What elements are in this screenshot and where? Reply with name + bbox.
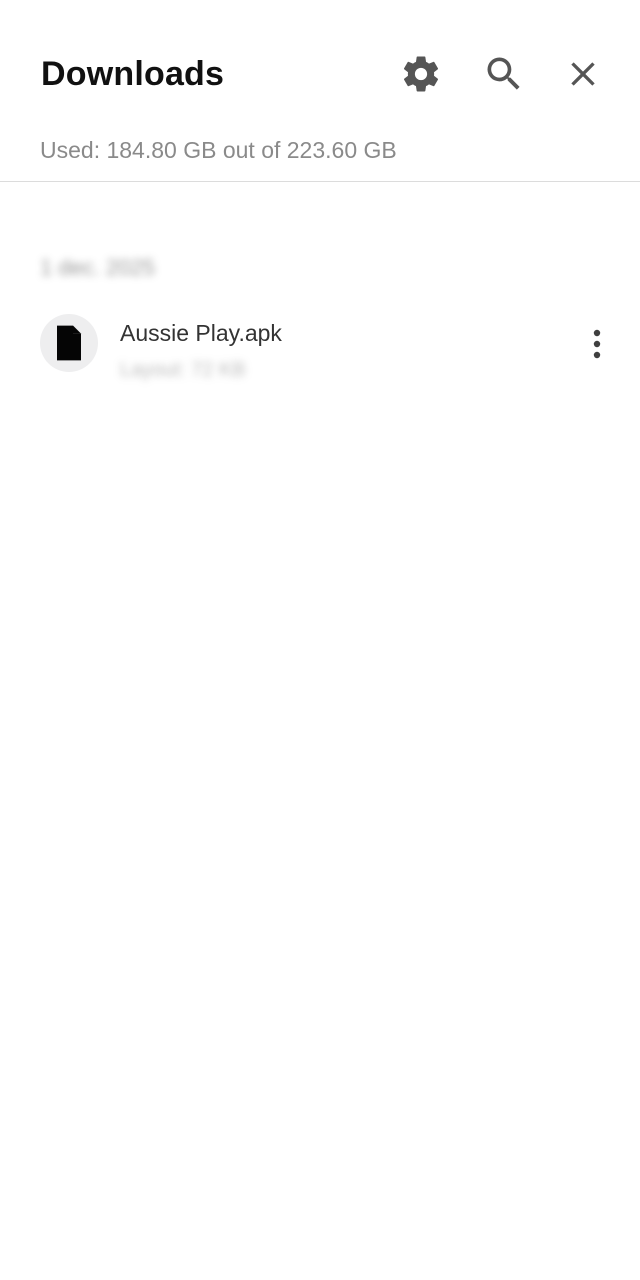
page-title: Downloads xyxy=(41,55,225,93)
download-file-name: Aussie Play.apk xyxy=(120,320,282,346)
file-document-icon xyxy=(57,325,81,361)
file-avatar xyxy=(40,314,98,372)
search-icon xyxy=(487,57,520,90)
search-button[interactable] xyxy=(476,46,532,102)
downloads-header: Downloads Used: 184.80 GB out of 223.60 … xyxy=(0,0,640,182)
close-icon xyxy=(571,62,595,86)
downloads-screen: Downloads Used: 184.80 GB out of 223.60 … xyxy=(0,0,640,1280)
settings-button[interactable] xyxy=(393,46,449,102)
close-button[interactable] xyxy=(555,46,611,102)
gear-icon xyxy=(403,56,439,92)
more-vertical-icon xyxy=(593,329,601,359)
more-options-button[interactable] xyxy=(576,322,618,366)
download-file-meta: Layout: 72 KB xyxy=(120,359,246,381)
storage-usage-text: Used: 184.80 GB out of 223.60 GB xyxy=(40,137,397,163)
download-list-item[interactable]: Aussie Play.apk Layout: 72 KB xyxy=(0,300,640,392)
download-date-header: 1 dec. 2025 xyxy=(40,255,155,280)
